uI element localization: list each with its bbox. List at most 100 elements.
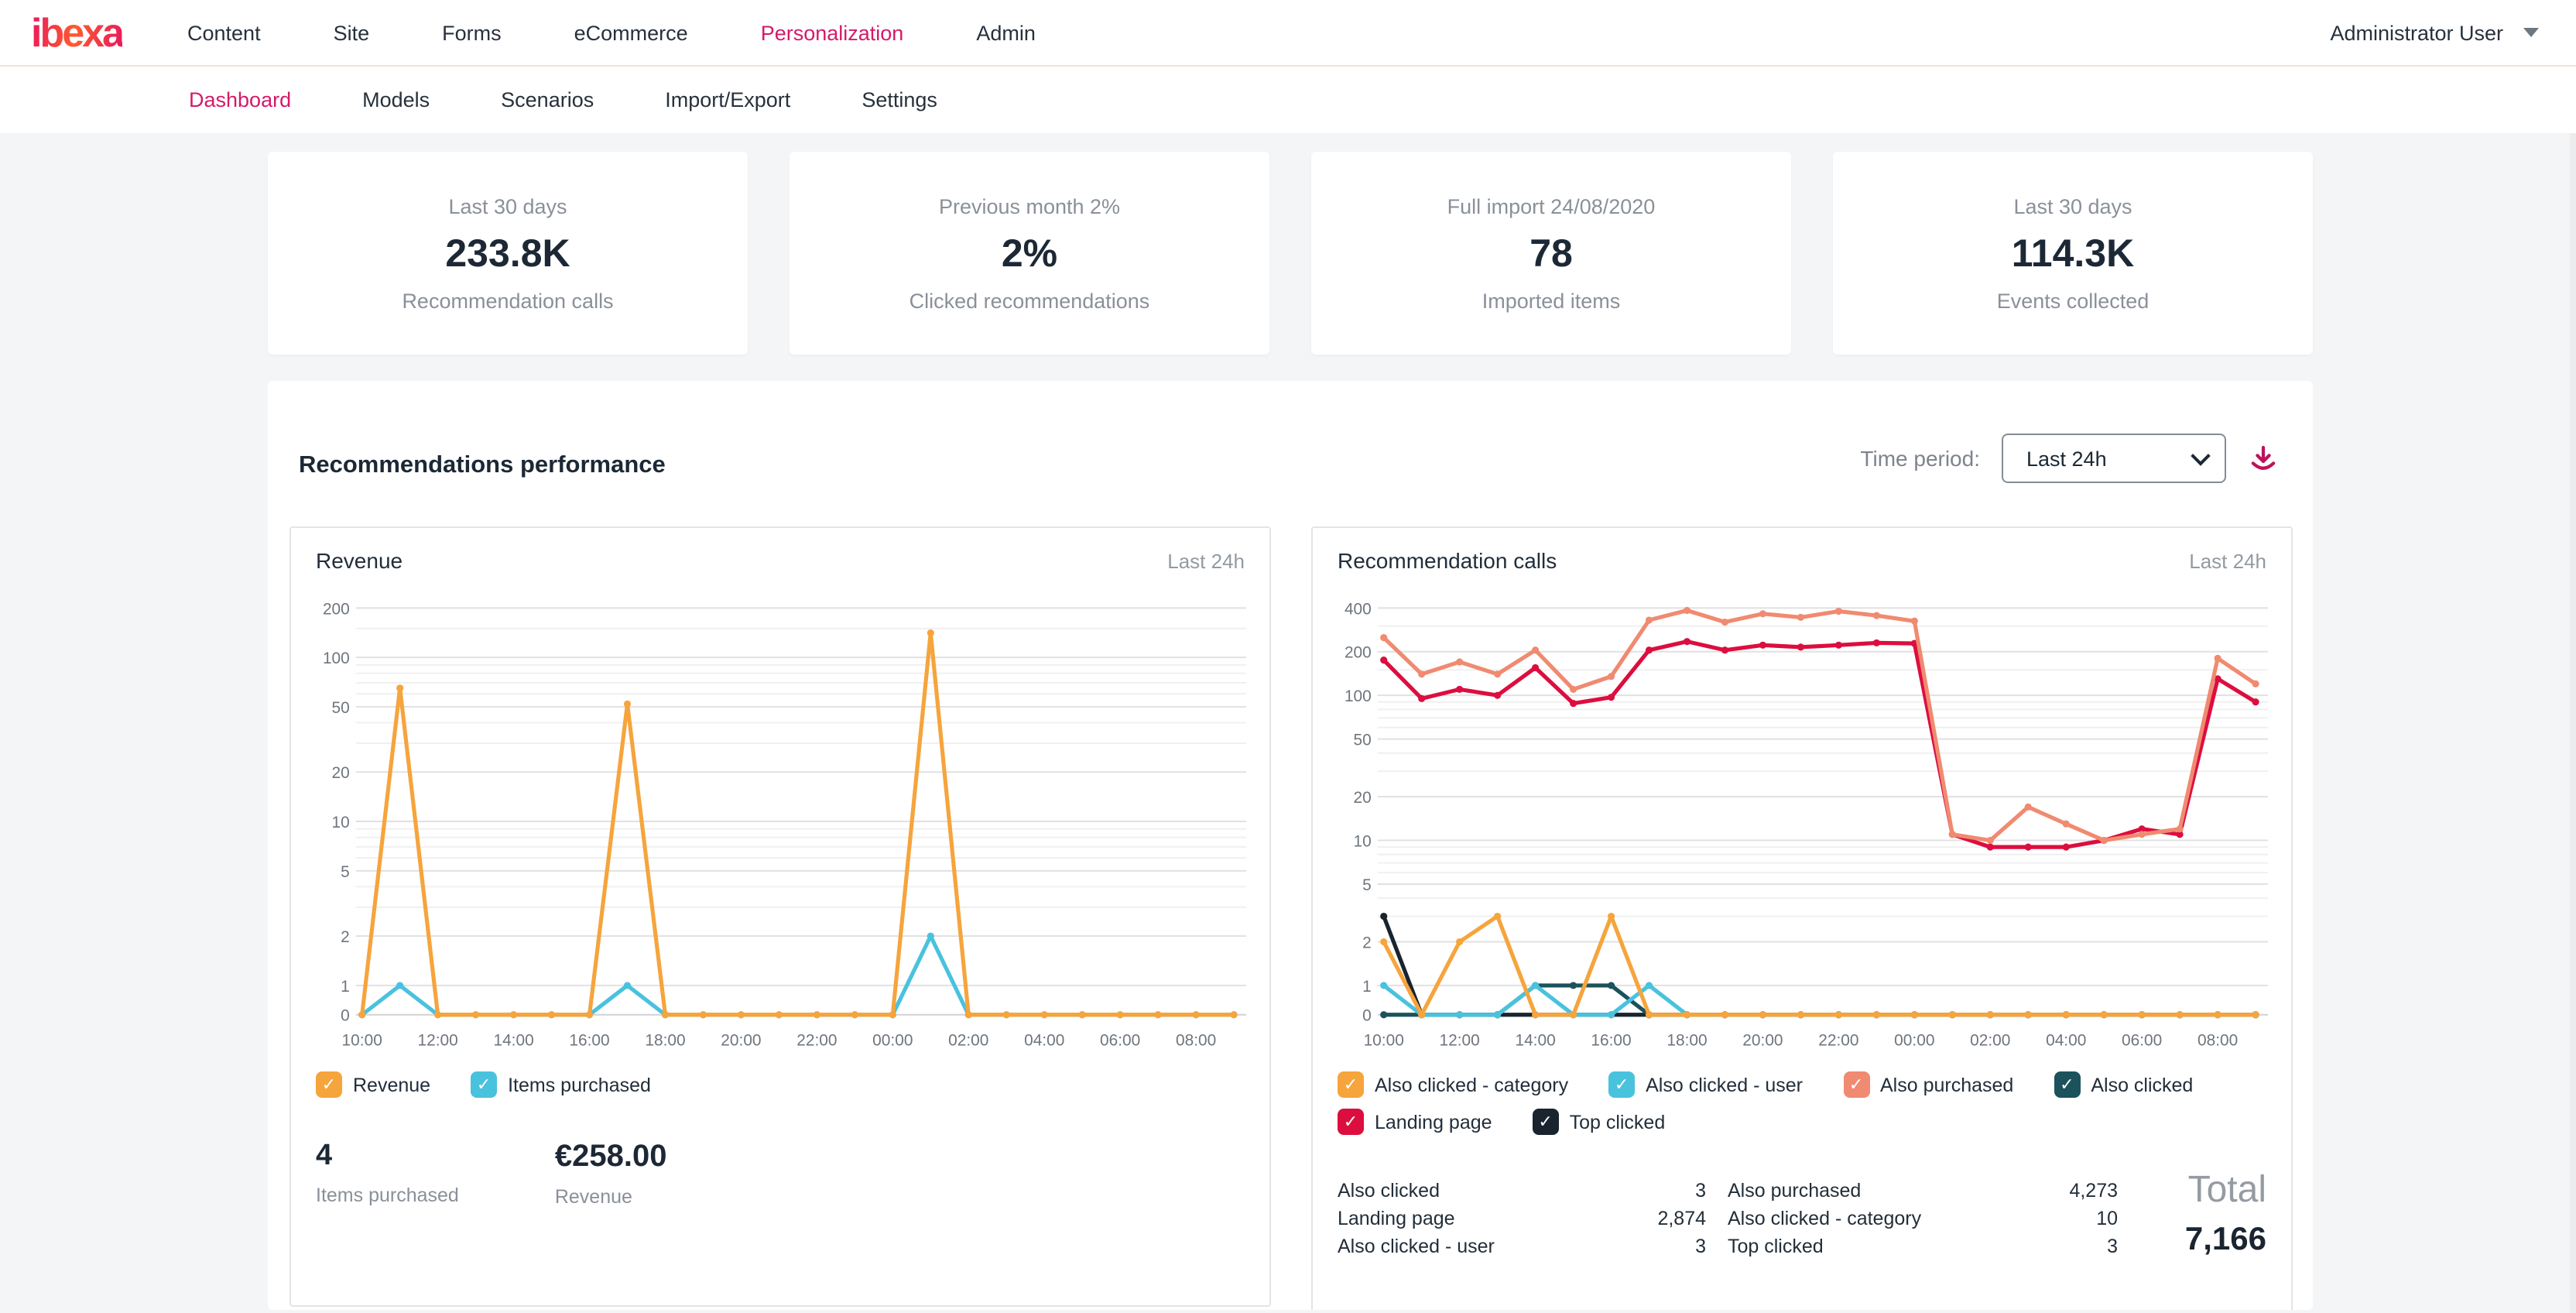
table-row: Also purchased 4,273	[1728, 1181, 2118, 1202]
legend-label: Also clicked	[2091, 1074, 2193, 1095]
svg-text:14:00: 14:00	[493, 1032, 533, 1050]
svg-text:22:00: 22:00	[796, 1032, 837, 1050]
main-nav-forms[interactable]: Forms	[442, 21, 502, 44]
card-value: 2%	[1002, 231, 1057, 276]
export-download-button[interactable]	[2248, 442, 2279, 475]
card-label: Events collected	[1997, 289, 2150, 312]
card-period: Last 30 days	[2013, 194, 2132, 218]
svg-text:14:00: 14:00	[1515, 1032, 1555, 1050]
card-period: Full import 24/08/2020	[1447, 194, 1656, 218]
main-nav-site[interactable]: Site	[334, 21, 370, 44]
time-period-select[interactable]: Last 24h	[2002, 434, 2226, 483]
row-value: 4,273	[2069, 1181, 2118, 1202]
main-nav-admin[interactable]: Admin	[976, 21, 1036, 44]
checkbox-checked-icon: ✓	[1533, 1109, 1559, 1135]
checkbox-checked-icon: ✓	[471, 1071, 497, 1098]
calls-totals: Also clicked 3 Landing page 2,874 Also c…	[1338, 1181, 2266, 1259]
svg-text:50: 50	[332, 699, 350, 717]
user-name: Administrator User	[2330, 21, 2503, 44]
checkbox-checked-icon: ✓	[316, 1071, 342, 1098]
legend-item-also-clicked-user[interactable]: ✓ Also clicked - user	[1608, 1071, 1803, 1098]
svg-text:18:00: 18:00	[645, 1032, 685, 1050]
revenue-line-chart: 200100502010521010:0012:0014:0016:0018:0…	[316, 579, 1246, 1061]
svg-text:0: 0	[1362, 1007, 1372, 1025]
svg-text:100: 100	[323, 650, 350, 667]
svg-text:16:00: 16:00	[569, 1032, 609, 1050]
stat-label: Items purchased	[316, 1184, 459, 1206]
chart-title: Recommendation calls	[1338, 548, 1557, 573]
user-menu[interactable]: Administrator User	[2330, 21, 2539, 44]
svg-text:06:00: 06:00	[1100, 1032, 1140, 1050]
legend-label: Also clicked - category	[1375, 1074, 1568, 1095]
svg-text:100: 100	[1345, 687, 1372, 705]
svg-text:50: 50	[1354, 732, 1372, 749]
main-nav-content[interactable]: Content	[187, 21, 261, 44]
tab-dashboard[interactable]: Dashboard	[189, 88, 291, 111]
legend-item-also-clicked-category[interactable]: ✓ Also clicked - category	[1338, 1071, 1568, 1098]
svg-text:16:00: 16:00	[1591, 1032, 1631, 1050]
stat-value: €258.00	[555, 1140, 667, 1175]
svg-text:20: 20	[1354, 789, 1372, 807]
svg-text:00:00: 00:00	[872, 1032, 913, 1050]
revenue-summary-stats: 4 Items purchased €258.00 Revenue	[316, 1140, 1245, 1208]
chart-title: Revenue	[316, 548, 402, 573]
legend-item-top-clicked[interactable]: ✓ Top clicked	[1533, 1109, 1666, 1135]
svg-text:08:00: 08:00	[2197, 1032, 2238, 1050]
card-value: 78	[1530, 231, 1573, 276]
totals-column-left: Also clicked 3 Landing page 2,874 Also c…	[1338, 1181, 1706, 1257]
main-nav: Content Site Forms eCommerce Personaliza…	[187, 21, 1036, 44]
stat-revenue: €258.00 Revenue	[555, 1140, 667, 1208]
main-nav-ecommerce[interactable]: eCommerce	[574, 21, 688, 44]
svg-text:12:00: 12:00	[418, 1032, 458, 1050]
svg-text:12:00: 12:00	[1440, 1032, 1480, 1050]
time-period-value: Last 24h	[2026, 447, 2107, 470]
ibexa-logo[interactable]: ibexa	[31, 9, 122, 57]
row-label: Landing page	[1338, 1209, 1657, 1229]
svg-text:200: 200	[1345, 644, 1372, 662]
checkbox-checked-icon: ✓	[1608, 1071, 1635, 1098]
time-period-label: Time period:	[1860, 446, 1980, 471]
totals-column-right: Also purchased 4,273 Also clicked - cate…	[1728, 1181, 2118, 1257]
total-label: Total	[2185, 1169, 2266, 1212]
checkbox-checked-icon: ✓	[1843, 1071, 1869, 1098]
main-nav-personalization[interactable]: Personalization	[761, 21, 904, 44]
card-value: 114.3K	[2012, 231, 2135, 276]
row-label: Also clicked	[1338, 1181, 1695, 1202]
svg-text:00:00: 00:00	[1894, 1032, 1934, 1050]
legend-item-also-clicked[interactable]: ✓ Also clicked	[2054, 1071, 2193, 1098]
svg-text:20:00: 20:00	[1742, 1032, 1783, 1050]
svg-text:04:00: 04:00	[2046, 1032, 2086, 1050]
chevron-down-icon	[2191, 446, 2210, 465]
legend-label: Landing page	[1375, 1111, 1492, 1133]
row-value: 2,874	[1657, 1209, 1706, 1229]
legend-item-revenue[interactable]: ✓ Revenue	[316, 1071, 430, 1098]
svg-text:10: 10	[1354, 833, 1372, 851]
svg-text:18:00: 18:00	[1667, 1032, 1707, 1050]
table-row: Top clicked 3	[1728, 1237, 2118, 1257]
tab-scenarios[interactable]: Scenarios	[501, 88, 594, 111]
card-value: 233.8K	[445, 231, 570, 276]
card-imported-items: Full import 24/08/2020 78 Imported items	[1311, 152, 1791, 355]
legend-item-items-purchased[interactable]: ✓ Items purchased	[471, 1071, 651, 1098]
calls-legend-row-1: ✓ Also clicked - category ✓ Also clicked…	[1338, 1071, 2266, 1098]
card-label: Recommendation calls	[402, 289, 613, 312]
table-row: Also clicked - category 10	[1728, 1209, 2118, 1229]
svg-text:200: 200	[323, 600, 350, 618]
revenue-chart-card: Revenue Last 24h 200100502010521010:0012…	[289, 526, 1271, 1307]
svg-text:02:00: 02:00	[948, 1032, 988, 1050]
section-title: Recommendations performance	[299, 452, 666, 480]
tab-import-export[interactable]: Import/Export	[665, 88, 790, 111]
page-scrollbar[interactable]	[2570, 0, 2576, 1313]
svg-text:06:00: 06:00	[2122, 1032, 2162, 1050]
legend-label: Also purchased	[1880, 1074, 2013, 1095]
tab-models[interactable]: Models	[362, 88, 430, 111]
svg-text:10:00: 10:00	[342, 1032, 382, 1050]
tab-settings[interactable]: Settings	[862, 88, 937, 111]
legend-label: Revenue	[353, 1074, 430, 1095]
svg-text:2: 2	[341, 928, 350, 946]
svg-text:10:00: 10:00	[1364, 1032, 1404, 1050]
legend-item-also-purchased[interactable]: ✓ Also purchased	[1843, 1071, 2013, 1098]
legend-item-landing-page[interactable]: ✓ Landing page	[1338, 1109, 1492, 1135]
checkbox-checked-icon: ✓	[1338, 1071, 1364, 1098]
row-label: Also clicked - category	[1728, 1209, 2096, 1229]
